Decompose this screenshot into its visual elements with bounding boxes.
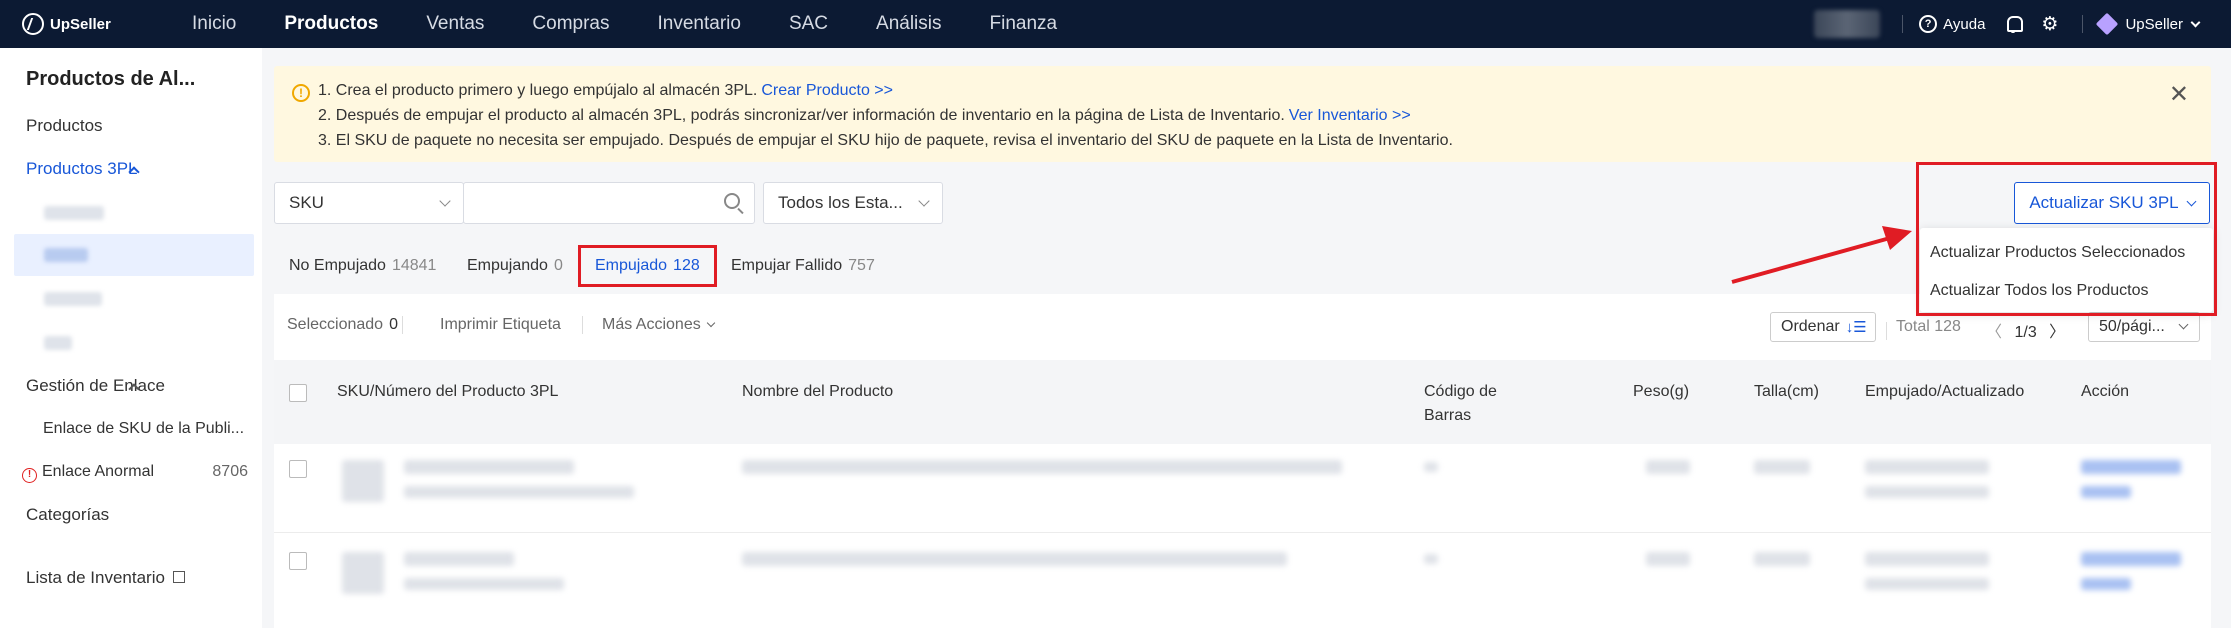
arrow-shaft [1731, 236, 1891, 284]
arrow-head [1882, 226, 1912, 250]
annotation-arrow [1731, 226, 1912, 284]
